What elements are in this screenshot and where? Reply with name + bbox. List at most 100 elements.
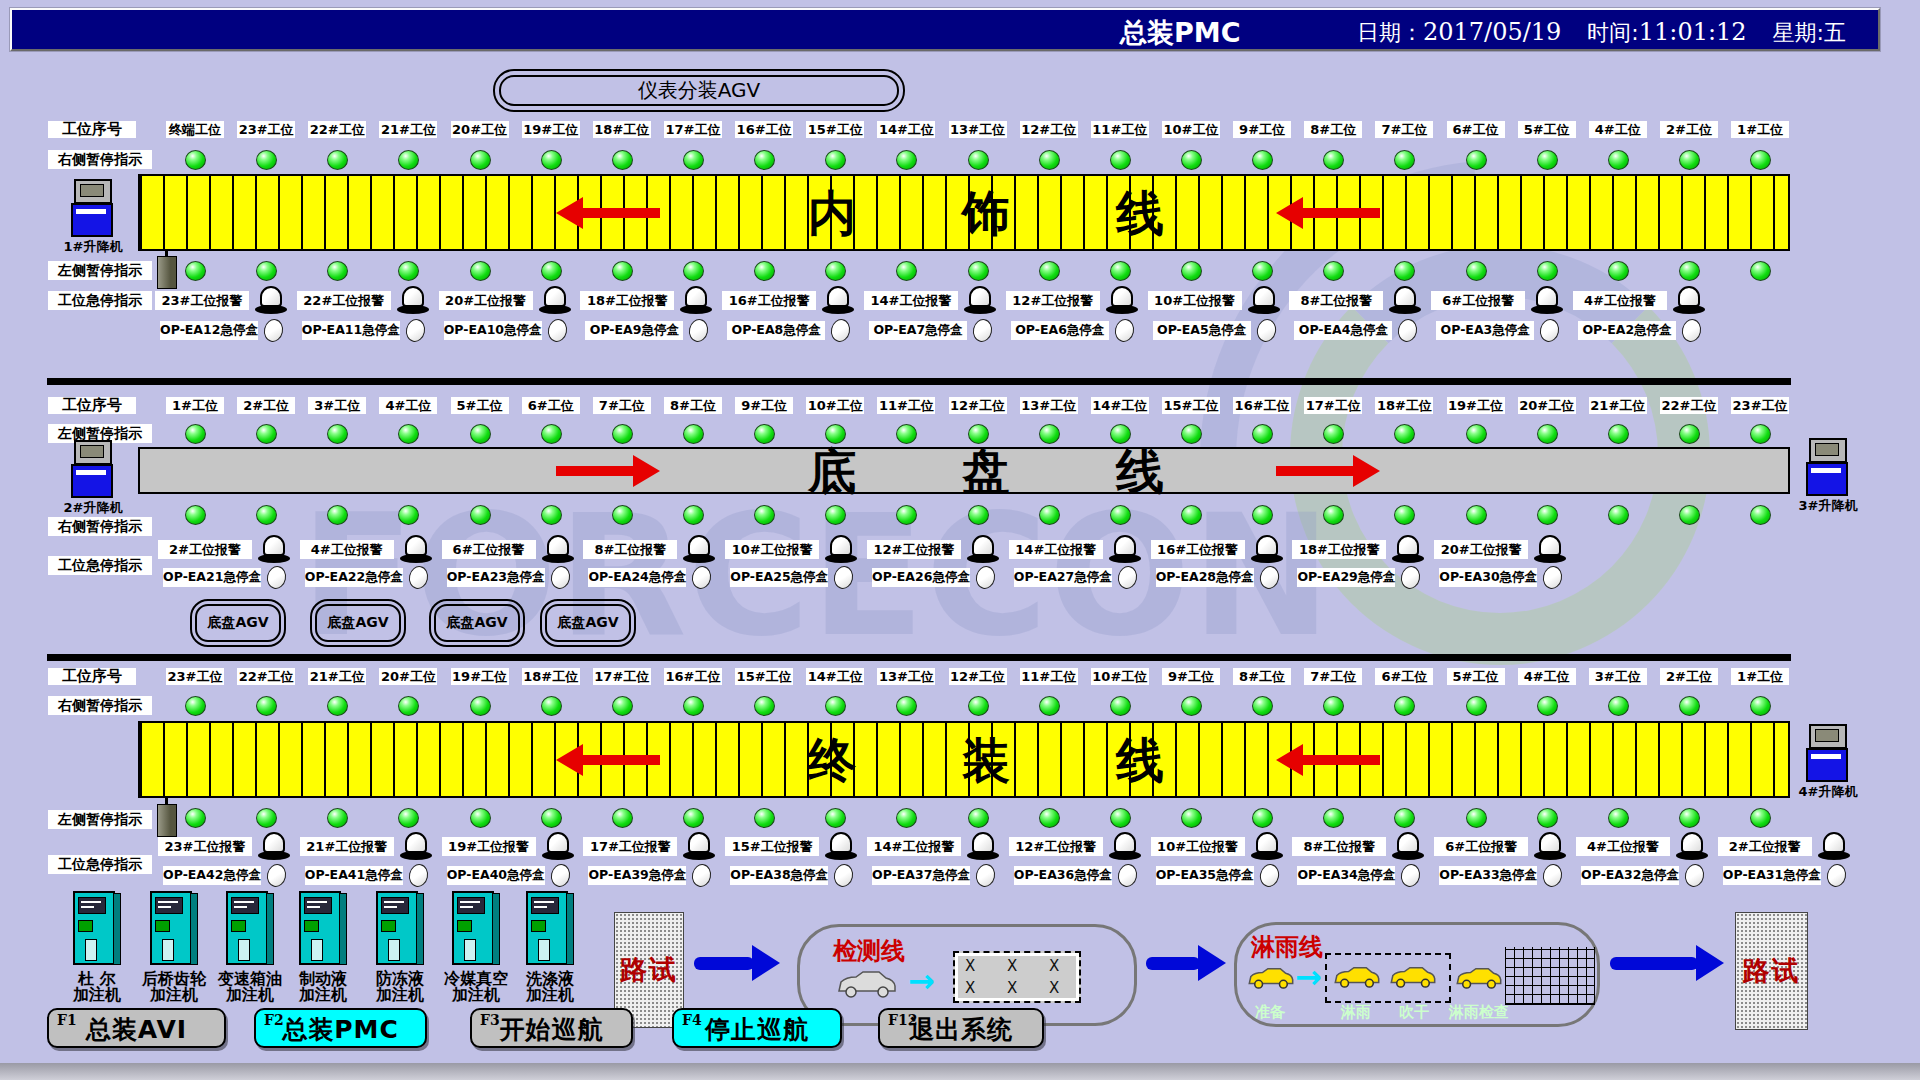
- machine-slot: [388, 939, 400, 961]
- alarm-bell-icon: [825, 832, 857, 860]
- station-label: 6#工位: [1375, 668, 1433, 685]
- machine-screen-line: [460, 906, 473, 908]
- estop-box-label: OP-EA34急停盒: [1297, 866, 1395, 885]
- machine-screen-line: [81, 901, 101, 903]
- chassis-agv-button[interactable]: 底盘AGV: [310, 599, 406, 647]
- station-row-label: 工位序号: [48, 668, 136, 685]
- station-alarm-label: 16#工位报警: [722, 291, 816, 310]
- chassis-agv-button[interactable]: 底盘AGV: [429, 599, 525, 647]
- pause-light: [541, 808, 562, 828]
- pause-light: [470, 150, 491, 170]
- station-label: 10#工位: [806, 397, 864, 414]
- machine-label: 防冻液加注机: [376, 971, 424, 1003]
- bell-base: [1392, 851, 1424, 860]
- bell-base: [1392, 554, 1424, 563]
- station-alarm-label: 2#工位报警: [158, 540, 252, 559]
- station-label: 7#工位: [1304, 668, 1362, 685]
- week-label: 星期:: [1773, 18, 1824, 48]
- bell-dome: [1823, 832, 1845, 853]
- station-label: 16#工位: [1233, 397, 1291, 414]
- estop-box-label: OP-EA27急停盒: [1014, 568, 1112, 587]
- station-label: 4#工位: [379, 397, 437, 414]
- elevator-slot: [1811, 468, 1841, 473]
- station-label: 22#工位: [308, 121, 366, 138]
- pause-light: [541, 150, 562, 170]
- pause-light: [1110, 150, 1131, 170]
- flow-blue-arrow: [1610, 945, 1724, 981]
- chassis-agv-button-inner: 底盘AGV: [195, 604, 281, 642]
- bell-base: [967, 554, 999, 563]
- footer-button-f3[interactable]: F3开始巡航: [470, 1008, 633, 1048]
- station-alarm-label: 16#工位报警: [1151, 540, 1245, 559]
- chassis-agv-button[interactable]: 底盘AGV: [190, 599, 286, 647]
- bell-dome: [547, 832, 569, 853]
- estop-box-label: OP-EA10急停盒: [444, 321, 542, 340]
- estop-box-label: OP-EA9急停盒: [585, 321, 683, 340]
- elevator-monitor: [1809, 438, 1847, 463]
- machine-side: [416, 893, 424, 965]
- alarm-bell-icon: [258, 535, 290, 563]
- footer-button-f4[interactable]: F4停止巡航: [672, 1008, 842, 1048]
- estop-box-label: OP-EA6急停盒: [1011, 321, 1109, 340]
- bell-base: [397, 305, 429, 314]
- machine-slot: [238, 939, 250, 961]
- station-label: 15#工位: [1162, 397, 1220, 414]
- footer-button-f1[interactable]: F1总装AVI: [47, 1008, 226, 1048]
- elevator-screen: [1815, 443, 1839, 456]
- chassis-agv-button-inner: 底盘AGV: [545, 604, 631, 642]
- alarm-bell-icon: [964, 286, 996, 314]
- arrow-body: [581, 755, 660, 765]
- chassis-agv-button[interactable]: 底盘AGV: [540, 599, 636, 647]
- pause-light: [1466, 261, 1487, 281]
- rain-test-box: 淋雨线→准备淋雨吹干淋雨检查: [1234, 922, 1600, 1027]
- station-alarm-label: 8#工位报警: [1292, 837, 1386, 856]
- header-bar: 总装PMC 日期：2017/05/19 时间:11:01:12 星期:五: [10, 8, 1880, 51]
- filling-machine-icon: [299, 891, 347, 965]
- pause-light: [1181, 808, 1202, 828]
- station-label: 17#工位: [1304, 397, 1362, 414]
- footer-button-f2[interactable]: F2总装PMC: [254, 1008, 427, 1048]
- estop-box-label: OP-EA40急停盒: [447, 866, 545, 885]
- station-alarm-label: 6#工位报警: [1431, 291, 1525, 310]
- alarm-bell-icon: [542, 535, 574, 563]
- pause-light: [1679, 424, 1700, 444]
- flow-arrow-left: [1276, 197, 1380, 229]
- machine-slot: [85, 939, 97, 961]
- elevator-icon: [1806, 438, 1850, 496]
- machine-button: [531, 920, 546, 932]
- bell-dome: [402, 286, 424, 307]
- machine-button: [381, 920, 396, 932]
- line-title-char: 装: [962, 732, 1010, 788]
- date-value: 2017/05/19: [1423, 18, 1561, 46]
- estop-box-label: OP-EA23急停盒: [447, 568, 545, 587]
- station-label: 7#工位: [593, 397, 651, 414]
- station-label: 17#工位: [664, 121, 722, 138]
- alarm-bell-icon: [1534, 832, 1566, 860]
- detection-cell-x: X: [1049, 979, 1059, 997]
- bell-dome: [685, 286, 707, 307]
- alarm-bell-icon: [1106, 286, 1138, 314]
- bell-base: [539, 305, 571, 314]
- estop-box-label: OP-EA4急停盒: [1294, 321, 1392, 340]
- station-alarm-label: 12#工位报警: [867, 540, 961, 559]
- alarm-bell-icon: [967, 535, 999, 563]
- bell-base: [822, 305, 854, 314]
- pause-light: [185, 696, 206, 716]
- alarm-bell-icon: [683, 832, 715, 860]
- pause-light: [612, 150, 633, 170]
- station-label: 21#工位: [379, 121, 437, 138]
- machine-label: 后桥齿轮加注机: [142, 971, 206, 1003]
- pause-light: [1679, 808, 1700, 828]
- car-icon: [836, 969, 898, 999]
- pause-light: [612, 696, 633, 716]
- pause-light: [1679, 261, 1700, 281]
- station-label: 12#工位: [949, 397, 1007, 414]
- station-alarm-label: 23#工位报警: [158, 837, 252, 856]
- footer-button-f12[interactable]: F12退出系统: [878, 1008, 1044, 1048]
- pause-light: [256, 261, 277, 281]
- bell-base: [1676, 851, 1708, 860]
- estop-box-label: OP-EA26急停盒: [872, 568, 970, 587]
- pause-light: [1110, 808, 1131, 828]
- machine-button: [155, 920, 170, 932]
- station-label: 3#工位: [308, 397, 366, 414]
